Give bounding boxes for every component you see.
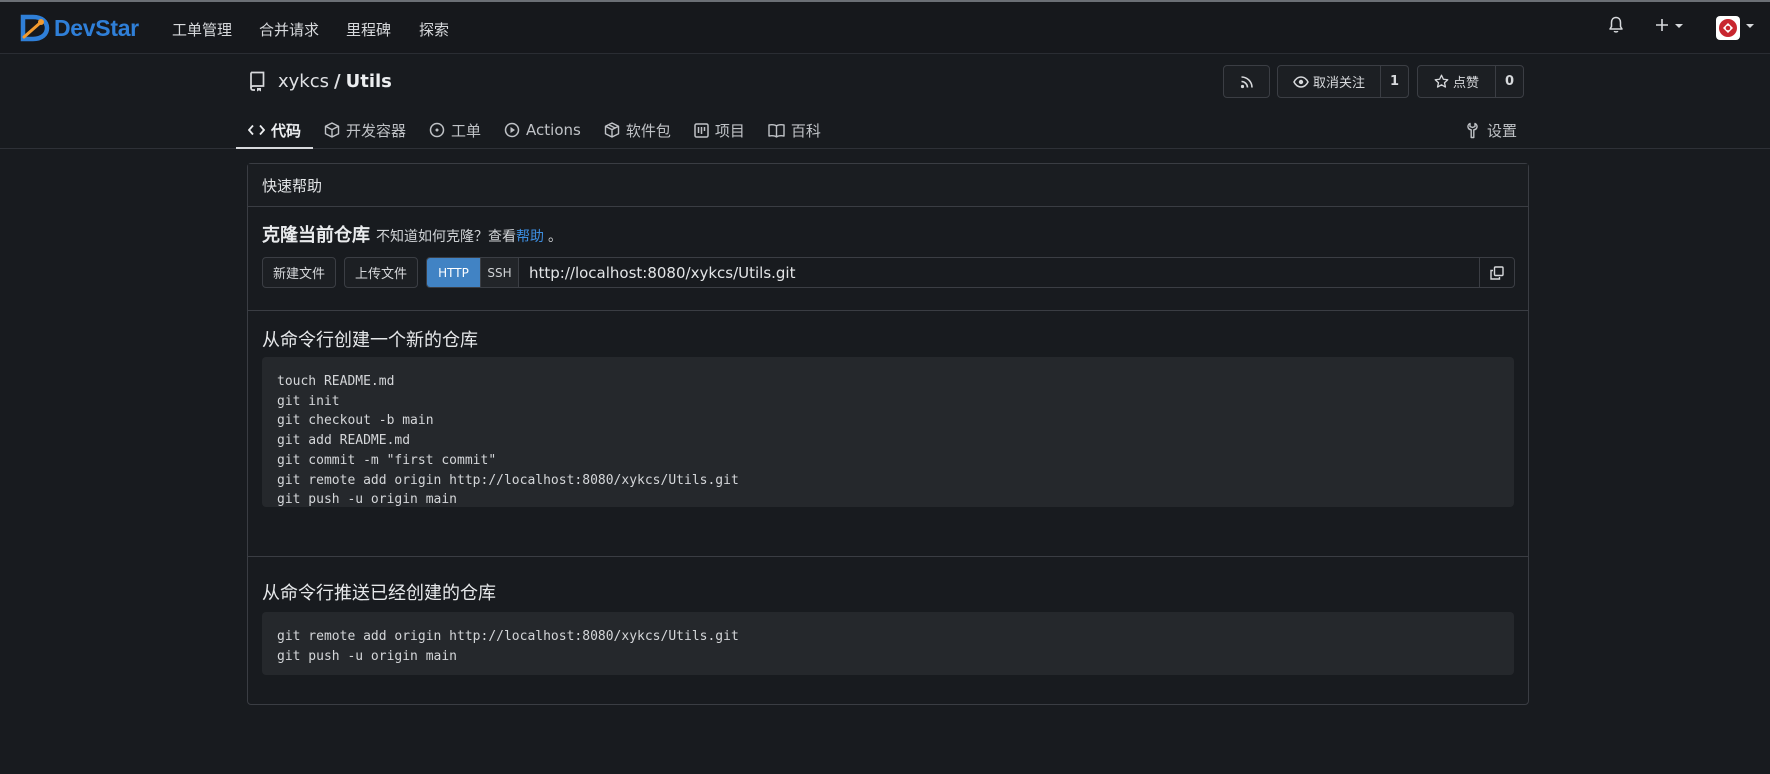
- box-icon: [324, 122, 340, 138]
- star-button-group: 点赞 0: [1417, 65, 1524, 98]
- project-icon: [694, 122, 709, 138]
- panel-header: 快速帮助: [248, 164, 1528, 207]
- tab-devcontainer-label: 开发容器: [346, 121, 407, 140]
- watch-count[interactable]: 1: [1380, 66, 1408, 97]
- tab-wiki-label: 百科: [790, 121, 821, 140]
- tab-devcontainer[interactable]: 开发容器: [324, 113, 406, 147]
- rss-icon: [1224, 66, 1269, 97]
- nav-milestones[interactable]: 里程碑: [346, 19, 391, 40]
- clone-hint-end: 。: [548, 229, 562, 245]
- repo-header: xykcs / Utils 取消关注 1 点赞 0 代码 开发容器 工单 Act…: [0, 55, 1770, 149]
- brand-logo[interactable]: DevStar: [18, 11, 139, 45]
- book-icon: [768, 123, 785, 138]
- package-icon: [604, 122, 620, 138]
- star-count[interactable]: 0: [1495, 66, 1523, 97]
- tab-projects-label: 项目: [714, 121, 745, 140]
- tab-code[interactable]: 代码: [236, 113, 314, 149]
- star-icon: [1434, 74, 1449, 88]
- star-label: 点赞: [1452, 76, 1479, 91]
- ssh-toggle[interactable]: SSH: [480, 258, 519, 287]
- create-menu-icon[interactable]: [1655, 17, 1689, 39]
- unwatch-button[interactable]: 取消关注: [1278, 66, 1380, 97]
- repo-tabs: 代码 开发容器 工单 Actions 软件包 项目 百科: [236, 113, 844, 149]
- watch-button-group: 取消关注 1: [1277, 65, 1409, 98]
- clone-url-field[interactable]: http://localhost:8080/xykcs/Utils.git: [519, 258, 1479, 287]
- clone-section: 克隆当前仓库 不知道如何克隆？查看 帮助 。 新建文件 上传文件 HTTP SS…: [248, 207, 1528, 311]
- unwatch-label: 取消关注: [1312, 76, 1365, 91]
- rss-button[interactable]: [1223, 65, 1270, 98]
- user-avatar[interactable]: [1716, 16, 1740, 40]
- nav-pull-requests[interactable]: 合并请求: [259, 19, 319, 40]
- tab-wiki[interactable]: 百科: [768, 113, 821, 147]
- tab-code-label: 代码: [271, 121, 302, 140]
- play-icon: [504, 122, 520, 138]
- eye-icon: [1293, 75, 1309, 88]
- push-existing-title: 从命令行推送已经创建的仓库: [262, 583, 496, 604]
- top-navbar: DevStar 工单管理 合并请求 里程碑 探索: [0, 2, 1770, 54]
- tab-packages[interactable]: 软件包: [604, 113, 671, 147]
- clone-heading: 克隆当前仓库 不知道如何克隆？查看 帮助 。: [262, 221, 562, 247]
- tool-icon: [1467, 122, 1478, 138]
- new-repo-code[interactable]: touch README.md git init git checkout -b…: [262, 357, 1514, 507]
- clone-hint: 不知道如何克隆？查看: [376, 229, 516, 245]
- clone-url-bar: HTTP SSH http://localhost:8080/xykcs/Uti…: [426, 257, 1515, 288]
- tab-issues-label: 工单: [451, 121, 482, 140]
- clone-title: 克隆当前仓库: [262, 225, 370, 246]
- repo-path-separator: /: [334, 70, 341, 92]
- tab-issues[interactable]: 工单: [429, 113, 481, 147]
- nav-issues[interactable]: 工单管理: [172, 19, 232, 40]
- tab-packages-label: 软件包: [625, 121, 671, 140]
- repo-name-link[interactable]: Utils: [346, 71, 392, 92]
- tab-settings[interactable]: 设置: [1466, 113, 1517, 147]
- tab-actions-label: Actions: [526, 121, 581, 139]
- new-file-button[interactable]: 新建文件: [262, 257, 336, 288]
- new-repo-section: 从命令行创建一个新的仓库 touch README.md git init gi…: [248, 311, 1528, 557]
- tab-settings-label: 设置: [1487, 121, 1518, 140]
- help-link[interactable]: 帮助: [516, 226, 544, 246]
- nav-explore[interactable]: 探索: [419, 19, 449, 40]
- tab-actions[interactable]: Actions: [504, 113, 581, 147]
- brand-name: DevStar: [54, 14, 139, 41]
- copy-icon: [1490, 265, 1504, 280]
- push-existing-section: 从命令行推送已经创建的仓库 git remote add origin http…: [248, 557, 1528, 704]
- devstar-logo-icon: [20, 14, 50, 42]
- repo-owner-link[interactable]: xykcs: [278, 71, 329, 92]
- avatar-icon: [1719, 19, 1737, 37]
- chevron-down-icon[interactable]: [1744, 17, 1756, 39]
- issue-icon: [429, 122, 445, 138]
- new-repo-title: 从命令行创建一个新的仓库: [262, 330, 478, 351]
- repo-icon: [250, 71, 265, 92]
- push-existing-code[interactable]: git remote add origin http://localhost:8…: [262, 612, 1514, 675]
- star-button[interactable]: 点赞: [1418, 66, 1495, 97]
- copy-url-button[interactable]: [1479, 258, 1514, 287]
- tab-projects[interactable]: 项目: [694, 113, 745, 147]
- http-toggle[interactable]: HTTP: [427, 258, 480, 287]
- code-icon: [248, 124, 265, 136]
- upload-file-button[interactable]: 上传文件: [344, 257, 418, 288]
- quick-help-panel: 快速帮助 克隆当前仓库 不知道如何克隆？查看 帮助 。 新建文件 上传文件 HT…: [247, 163, 1529, 705]
- bell-icon[interactable]: [1608, 16, 1624, 38]
- repo-title: xykcs / Utils: [248, 70, 392, 92]
